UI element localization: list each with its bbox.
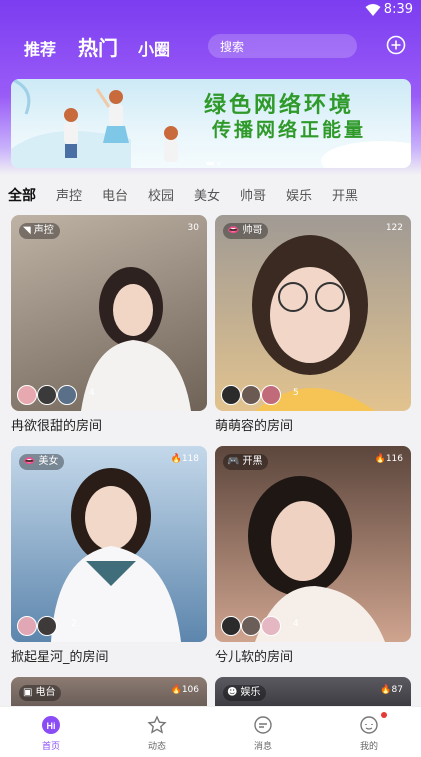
lips-icon: 👄 bbox=[227, 225, 240, 236]
tab-label: 首页 bbox=[41, 742, 60, 752]
room-category-tag: 👄 美女 bbox=[19, 454, 65, 470]
room-category-tag: ▣ 电台 bbox=[19, 685, 62, 701]
category-gaming[interactable]: 开黑 bbox=[332, 185, 358, 204]
room-tag-label: 电台 bbox=[35, 687, 56, 698]
member-count: 4 bbox=[89, 388, 95, 398]
avatar bbox=[221, 385, 241, 405]
voice-icon: ◥ bbox=[23, 225, 31, 236]
tab-messages[interactable]: 消息 bbox=[233, 707, 293, 757]
room-title[interactable]: 萌萌容的房间 bbox=[215, 415, 293, 434]
category-voice[interactable]: 声控 bbox=[56, 185, 82, 204]
tab-home[interactable]: Hi 首页 bbox=[21, 707, 81, 757]
chat-icon bbox=[254, 716, 272, 734]
room-title[interactable]: 兮儿软的房间 bbox=[215, 646, 293, 665]
heat-value: 106 bbox=[181, 685, 199, 695]
room-category-tag: ☻ 娱乐 bbox=[223, 685, 267, 701]
tab-label: 我的 bbox=[359, 742, 378, 752]
heat-count: 🔥106 bbox=[170, 685, 199, 695]
avatar bbox=[241, 616, 261, 636]
category-handsome[interactable]: 帅哥 bbox=[240, 185, 266, 204]
avatar bbox=[261, 616, 281, 636]
room-tag-label: 开黑 bbox=[242, 456, 263, 467]
room-category-tag: 🎮 开黑 bbox=[223, 454, 269, 470]
category-tabs: 全部 声控 电台 校园 美女 帅哥 娱乐 开黑 bbox=[0, 180, 421, 208]
member-count: 4 bbox=[293, 619, 299, 629]
heat-count: 🔥87 bbox=[380, 685, 403, 695]
room-title[interactable]: 冉欲很甜的房间 bbox=[11, 415, 102, 434]
room-category-tag: ◥ 声控 bbox=[19, 223, 60, 239]
heat-value: 116 bbox=[385, 454, 403, 464]
banner-pager bbox=[206, 162, 221, 165]
star-icon bbox=[147, 715, 167, 734]
tab-feed[interactable]: 动态 bbox=[127, 707, 187, 757]
avatar bbox=[57, 385, 77, 405]
heat-value: 118 bbox=[181, 454, 199, 464]
room-card[interactable]: 🎮 开黑 🔥116 4 bbox=[215, 446, 411, 642]
avatar bbox=[17, 616, 37, 636]
avatar bbox=[17, 385, 37, 405]
category-all[interactable]: 全部 bbox=[8, 185, 36, 205]
tab-recommend[interactable]: 推荐 bbox=[24, 36, 56, 60]
room-card[interactable]: 👄 美女 🔥118 2 bbox=[11, 446, 207, 642]
lips-icon: 👄 bbox=[23, 456, 36, 467]
member-count: 5 bbox=[293, 388, 299, 398]
home-icon: Hi bbox=[42, 716, 60, 734]
room-card[interactable]: ☻ 娱乐 🔥87 bbox=[215, 677, 411, 706]
room-card[interactable]: ▣ 电台 🔥106 bbox=[11, 677, 207, 706]
category-radio[interactable]: 电台 bbox=[102, 185, 128, 204]
heat-count: 30 bbox=[187, 223, 199, 233]
room-tag-label: 美女 bbox=[38, 456, 59, 467]
tab-circle[interactable]: 小圈 bbox=[138, 36, 170, 60]
room-tag-label: 娱乐 bbox=[240, 687, 261, 698]
bottom-tab-bar: Hi 首页 动态 消息 我的 bbox=[0, 706, 421, 757]
tab-label: 动态 bbox=[147, 742, 166, 752]
room-title[interactable]: 掀起星河_的房间 bbox=[11, 646, 109, 665]
tab-hot[interactable]: 热门 bbox=[78, 32, 118, 61]
heat-count: 122 bbox=[385, 223, 403, 233]
avatar bbox=[241, 385, 261, 405]
room-category-tag: 👄 帅哥 bbox=[223, 223, 269, 239]
room-tag-label: 帅哥 bbox=[242, 225, 263, 236]
heat-count: 🔥116 bbox=[374, 454, 403, 464]
wifi-icon bbox=[365, 4, 381, 16]
add-button[interactable] bbox=[386, 35, 406, 55]
avatar bbox=[37, 616, 57, 636]
category-campus[interactable]: 校园 bbox=[148, 185, 174, 204]
member-count: 2 bbox=[71, 619, 77, 629]
heat-count: 🔥118 bbox=[170, 454, 199, 464]
avatar bbox=[37, 385, 57, 405]
room-card[interactable]: ◥ 声控 30 4 bbox=[11, 215, 207, 411]
radio-icon: ▣ bbox=[23, 687, 33, 698]
tab-profile[interactable]: 我的 bbox=[339, 707, 399, 757]
promo-banner[interactable]: 绿色网络环境 传播网络正能量 bbox=[11, 79, 411, 168]
room-photo bbox=[252, 235, 375, 411]
avatar bbox=[261, 385, 281, 405]
room-photo bbox=[81, 267, 191, 411]
search-placeholder: 搜索 bbox=[220, 40, 245, 54]
banner-subline: 传播网络正能量 bbox=[212, 119, 367, 141]
room-card[interactable]: 👄 帅哥 122 5 bbox=[215, 215, 411, 411]
heat-value: 87 bbox=[391, 685, 403, 695]
face-icon bbox=[360, 716, 378, 734]
room-tag-label: 声控 bbox=[33, 225, 54, 236]
search-input[interactable]: 搜索 bbox=[208, 34, 357, 58]
status-bar: 8:39 bbox=[0, 0, 421, 22]
avatar bbox=[221, 616, 241, 636]
clock: 8:39 bbox=[383, 2, 413, 17]
gamepad-icon: 🎮 bbox=[227, 456, 240, 467]
svg-text:Hi: Hi bbox=[47, 721, 56, 731]
category-beauty[interactable]: 美女 bbox=[194, 185, 220, 204]
room-photo bbox=[248, 476, 385, 642]
room-photo bbox=[51, 468, 181, 642]
mask-icon: ☻ bbox=[227, 687, 238, 698]
notification-dot bbox=[381, 712, 387, 718]
tab-label: 消息 bbox=[253, 742, 272, 752]
category-entertainment[interactable]: 娱乐 bbox=[286, 185, 312, 204]
